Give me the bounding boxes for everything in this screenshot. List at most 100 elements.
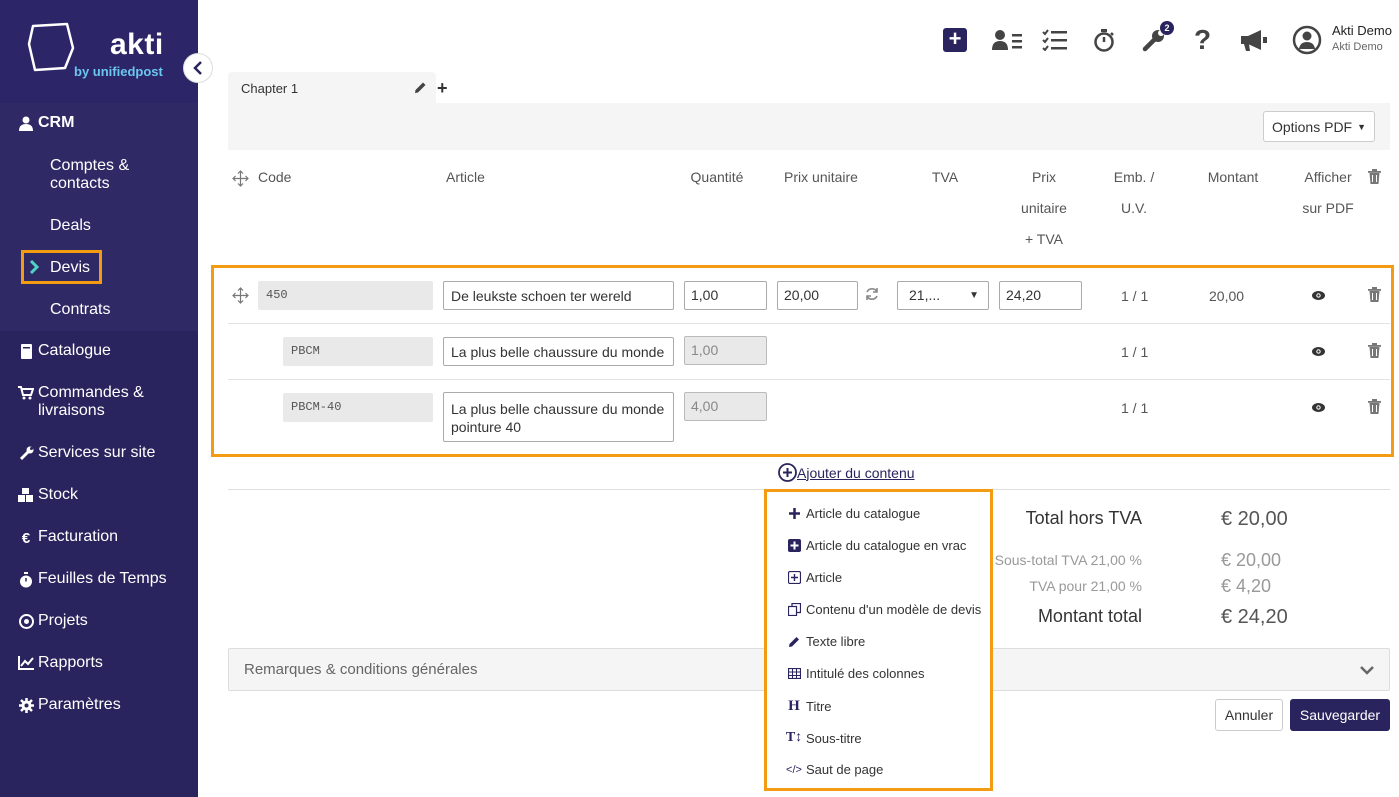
- sidebar-item-services[interactable]: Services sur site: [0, 444, 198, 462]
- pencil-icon: [787, 636, 801, 648]
- sidebar-item-catalogue[interactable]: Catalogue: [0, 342, 198, 360]
- sidebar-item-label: Catalogue: [38, 342, 111, 359]
- plus-icon: [787, 508, 801, 519]
- menu-item-saut-page[interactable]: </> Saut de page: [786, 762, 884, 777]
- header-prix-tva-line3: + TVA: [1024, 231, 1063, 247]
- gear-icon: [16, 698, 36, 713]
- total-ht-value: € 20,00: [1221, 508, 1288, 530]
- header-prix-unitaire: Prix unitaire: [784, 169, 858, 185]
- menu-item-label: Saut de page: [806, 762, 884, 777]
- brand-name: akti: [110, 28, 164, 61]
- tools-button[interactable]: 2: [1142, 21, 1174, 53]
- sidebar-item-devis[interactable]: Devis: [50, 259, 90, 277]
- crm-section: [0, 103, 198, 331]
- announcements-button[interactable]: [1239, 27, 1269, 53]
- header-montant: Montant: [1207, 169, 1259, 185]
- menu-item-article-vrac[interactable]: Article du catalogue en vrac: [787, 538, 966, 553]
- logo-area: akti by unifiedpost: [0, 0, 198, 103]
- notification-badge: 2: [1160, 21, 1174, 35]
- user-menu-button[interactable]: [1292, 25, 1322, 55]
- header-emb: Emb. / U.V.: [1104, 162, 1164, 224]
- sidebar-item-feuilles-temps[interactable]: Feuilles de Temps: [0, 570, 198, 588]
- add-content-link[interactable]: Ajouter du contenu: [778, 463, 915, 482]
- drag-arrows-icon: [232, 170, 249, 187]
- menu-item-article-catalogue[interactable]: Article du catalogue: [787, 506, 920, 521]
- menu-item-label: Article du catalogue en vrac: [806, 538, 967, 553]
- code-icon: </>: [786, 763, 802, 776]
- sidebar-item-rapports[interactable]: Rapports: [0, 654, 198, 672]
- header-prix-tva: Prix unitaire + TVA: [1004, 162, 1084, 255]
- plus-square-icon: [787, 539, 801, 552]
- remarks-label: Remarques & conditions générales: [244, 661, 478, 678]
- help-button[interactable]: ?: [1194, 24, 1212, 55]
- megaphone-icon: [1241, 30, 1267, 51]
- sidebar-item-contrats[interactable]: Contrats: [50, 301, 110, 319]
- sidebar-item-stock[interactable]: Stock: [0, 486, 198, 504]
- menu-item-titre[interactable]: H Titre: [787, 698, 831, 715]
- user-company: Akti Demo: [1332, 41, 1383, 53]
- sidebar-item-label: Facturation: [38, 528, 119, 545]
- sidebar-item-label: Feuilles de Temps: [38, 570, 167, 587]
- user-list-icon: [992, 30, 1022, 50]
- sidebar-item-deals[interactable]: Deals: [50, 217, 91, 235]
- menu-item-label: Contenu d'un modèle de devis: [806, 602, 982, 617]
- tasks-button[interactable]: [1042, 27, 1068, 53]
- sidebar-item-label: CRM: [38, 114, 75, 131]
- copy-icon: [787, 603, 801, 616]
- menu-item-label: Article du catalogue: [806, 506, 921, 521]
- sous-total-value: € 20,00: [1221, 550, 1282, 570]
- header-emb-line1: Emb. /: [1113, 169, 1155, 185]
- add-chapter-plus-icon[interactable]: +: [437, 78, 448, 99]
- menu-item-label: Article: [806, 570, 843, 585]
- tab-chapter-1[interactable]: Chapter 1: [228, 72, 436, 104]
- options-pdf-label: Options PDF: [1271, 118, 1353, 135]
- pencil-icon[interactable]: [414, 81, 427, 94]
- stopwatch-icon: [16, 572, 36, 588]
- menu-item-modele-devis[interactable]: Contenu d'un modèle de devis: [787, 602, 981, 617]
- save-button[interactable]: Sauvegarder: [1290, 699, 1390, 731]
- text-height-icon: T↕: [785, 730, 803, 745]
- tab-label: Chapter 1: [241, 81, 299, 96]
- menu-item-intitule-colonnes[interactable]: Intitulé des colonnes: [787, 666, 925, 681]
- cancel-button[interactable]: Annuler: [1215, 699, 1283, 731]
- contacts-list-button[interactable]: [992, 27, 1024, 53]
- question-icon: ?: [1194, 24, 1212, 55]
- timer-button[interactable]: [1093, 27, 1115, 53]
- user-name[interactable]: Akti Demo: [1332, 23, 1392, 38]
- heading-icon: H: [788, 698, 800, 714]
- sidebar-item-crm[interactable]: CRM: [0, 114, 198, 132]
- trash-icon[interactable]: [1368, 169, 1381, 184]
- collapse-sidebar-button[interactable]: [183, 53, 213, 83]
- rows-highlight: [211, 265, 1394, 457]
- sidebar-item-comptes[interactable]: Comptes & contacts: [50, 157, 150, 193]
- add-content-menu: Article du catalogue Article du catalogu…: [764, 489, 993, 791]
- caret-down-icon: ▼: [1357, 121, 1367, 132]
- plus-square-icon: +: [943, 28, 967, 52]
- chevron-down-icon: [1360, 666, 1374, 675]
- menu-item-texte-libre[interactable]: Texte libre: [787, 634, 865, 649]
- table-icon: [787, 668, 801, 679]
- montant-total-value: € 24,20: [1221, 606, 1288, 628]
- menu-item-article[interactable]: Article: [787, 570, 842, 585]
- user-circle-icon: [1292, 25, 1322, 55]
- sidebar-item-projets[interactable]: Projets: [0, 612, 198, 630]
- sidebar-item-label: Projets: [38, 612, 88, 629]
- user-icon: [16, 116, 36, 131]
- header-afficher-line2: sur PDF: [1302, 200, 1354, 216]
- sidebar-item-label: Rapports: [38, 654, 103, 671]
- menu-item-sous-titre[interactable]: T↕ Sous-titre: [785, 730, 862, 746]
- header-prix-tva-line2: unitaire: [1021, 200, 1067, 216]
- book-icon: [16, 344, 36, 359]
- sidebar-item-parametres[interactable]: Paramètres: [0, 696, 198, 714]
- target-icon: [16, 614, 36, 629]
- sidebar-item-commandes[interactable]: Commandes & livraisons: [0, 384, 198, 420]
- sidebar-item-facturation[interactable]: € Facturation: [0, 528, 198, 547]
- header-afficher-line1: Afficher: [1304, 169, 1352, 185]
- options-pdf-button[interactable]: Options PDF ▼: [1263, 111, 1375, 142]
- tva-value: € 4,20: [1221, 576, 1272, 596]
- header-prix-tva-line1: Prix: [1031, 169, 1057, 185]
- chevron-right-icon: [29, 260, 39, 274]
- header-article: Article: [446, 169, 485, 185]
- menu-item-label: Intitulé des colonnes: [806, 666, 925, 681]
- add-button[interactable]: +: [943, 27, 967, 53]
